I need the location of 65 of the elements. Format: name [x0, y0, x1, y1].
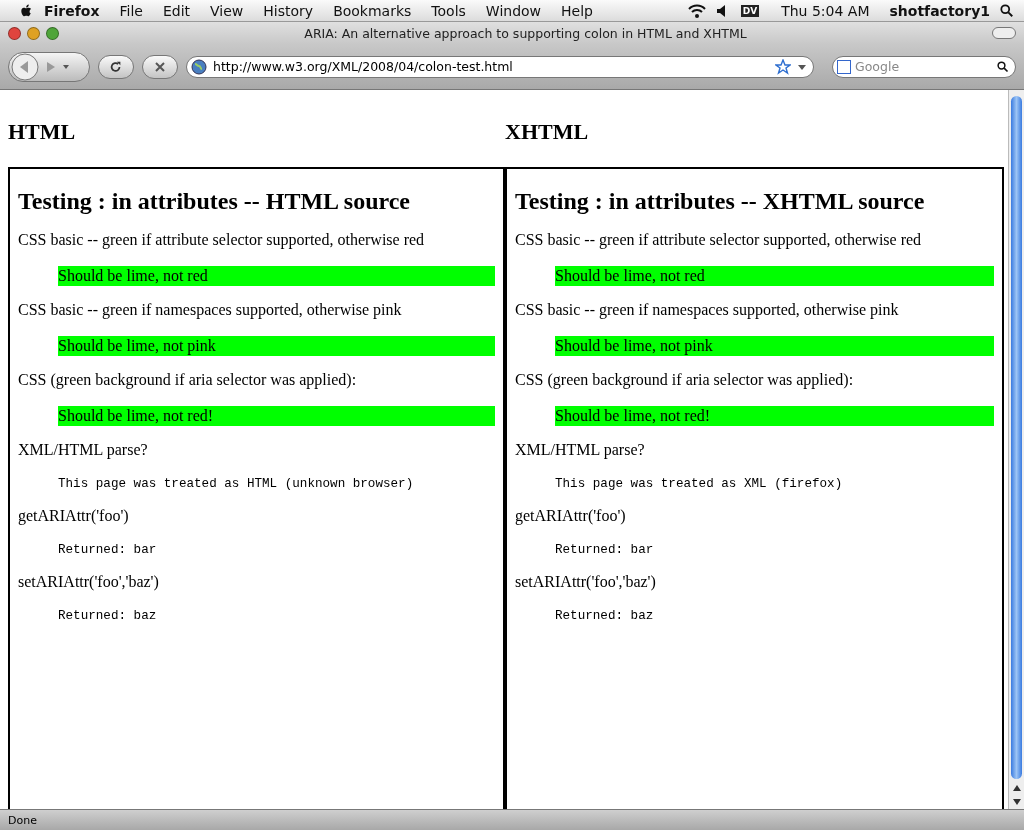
- url-field[interactable]: http://www.w3.org/XML/2008/04/colon-test.html: [213, 59, 769, 74]
- wifi-icon: [686, 2, 707, 19]
- test-label: XML/HTML parse?: [515, 440, 646, 460]
- test-label: CSS (green background if aria selector was applied):: [515, 370, 855, 390]
- search-engine-icon[interactable]: [837, 59, 851, 74]
- address-bar[interactable]: http://www.w3.org/XML/2008/04/colon-test.html: [186, 55, 814, 78]
- reload-button[interactable]: [98, 54, 134, 79]
- test-label: CSS basic -- green if namespaces supported, otherwise pink: [18, 300, 403, 320]
- minimize-button[interactable]: [27, 26, 40, 40]
- reload-icon: [109, 59, 123, 74]
- up-arrow-icon: [1012, 785, 1021, 791]
- search-icon: [1000, 3, 1014, 18]
- test-label: setARIAttr('foo','baz'): [515, 572, 657, 592]
- menu-item[interactable]: History: [253, 2, 324, 19]
- search-icon: [997, 60, 1009, 73]
- test-label: setARIAttr('foo','baz'): [18, 572, 160, 592]
- search-bar[interactable]: Google: [832, 55, 1016, 78]
- test-label: CSS basic -- green if attribute selector supported, otherwise red: [515, 230, 923, 250]
- star-icon: [775, 58, 791, 75]
- page-heading: HTML: [8, 118, 76, 145]
- stop-button[interactable]: [142, 54, 178, 79]
- zoom-button[interactable]: [46, 26, 59, 40]
- globe-icon: [191, 58, 207, 75]
- test-result-highlight: Should be lime, not pink: [58, 336, 495, 356]
- test-label: XML/HTML parse?: [18, 440, 149, 460]
- menu-item[interactable]: Bookmarks: [323, 2, 422, 19]
- code-output: Returned: baz: [58, 608, 158, 624]
- down-arrow-icon: [1012, 799, 1021, 805]
- test-label: getARIAttr('foo'): [18, 506, 130, 526]
- app-menu[interactable]: Firefox: [34, 2, 110, 19]
- user-menu[interactable]: shotfactory1: [879, 2, 1000, 19]
- menu-item[interactable]: File: [109, 2, 153, 19]
- page-heading: XHTML: [505, 118, 589, 145]
- frame-title: Testing : in attributes -- XHTML source: [515, 188, 926, 215]
- code-output: Returned: bar: [555, 542, 655, 558]
- test-label: getARIAttr('foo'): [515, 506, 627, 526]
- test-result-highlight: Should be lime, not red!: [58, 406, 495, 426]
- test-result-highlight: Should be lime, not red: [555, 266, 994, 286]
- test-result-highlight: Should be lime, not red: [58, 266, 495, 286]
- code-output: This page was treated as HTML (unknown browser): [58, 476, 415, 492]
- menu-item[interactable]: Help: [551, 2, 603, 19]
- search-field[interactable]: Google: [855, 59, 993, 74]
- code-output: This page was treated as XML (firefox): [555, 476, 844, 492]
- code-output: Returned: baz: [555, 608, 655, 624]
- speaker-icon: [716, 4, 727, 17]
- input-source-badge[interactable]: DV: [740, 4, 760, 17]
- code-output: Returned: bar: [58, 542, 158, 558]
- apple-logo-icon: [20, 2, 34, 19]
- test-label: CSS basic -- green if namespaces supported, otherwise pink: [515, 300, 900, 320]
- menu-item[interactable]: Tools: [421, 2, 476, 19]
- status-text: Done: [8, 813, 37, 827]
- menu-item[interactable]: View: [200, 2, 254, 19]
- toolbar-toggle-button[interactable]: [992, 27, 1016, 39]
- close-button[interactable]: [8, 26, 21, 40]
- menu-item[interactable]: Edit: [152, 2, 201, 19]
- test-label: CSS basic -- green if attribute selector supported, otherwise red: [18, 230, 426, 250]
- window-title: ARIA: An alternative approach to supporting colon in HTML and XHTML: [303, 25, 748, 41]
- test-result-highlight: Should be lime, not red!: [555, 406, 994, 426]
- menu-item[interactable]: Window: [475, 2, 552, 19]
- test-label: CSS (green background if aria selector was applied):: [18, 370, 358, 390]
- test-result-highlight: Should be lime, not pink: [555, 336, 994, 356]
- frame-title: Testing : in attributes -- HTML source: [18, 188, 411, 215]
- close-icon: [154, 60, 166, 73]
- menu-clock[interactable]: Thu 5:04 AM: [771, 2, 880, 19]
- back-forward-button[interactable]: [8, 51, 90, 82]
